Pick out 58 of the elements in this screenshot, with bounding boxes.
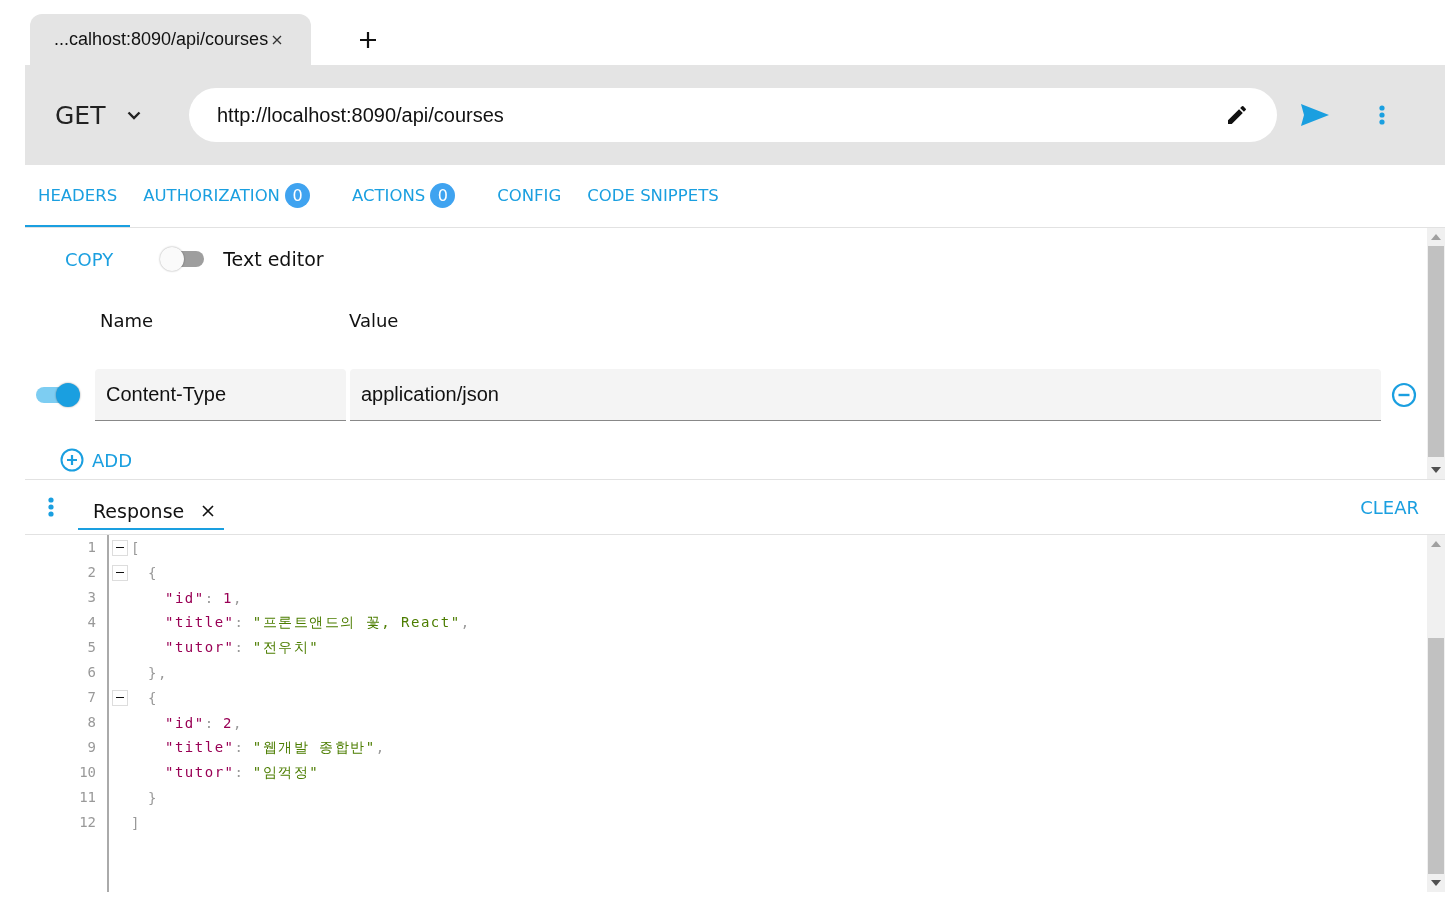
section-tab[interactable]: HEADERS — [25, 165, 131, 227]
chevron-down-icon — [127, 110, 142, 120]
fold-toggle[interactable] — [112, 539, 128, 556]
line-number: 7 — [86, 688, 97, 707]
add-circle-icon — [60, 448, 84, 472]
plus-icon[interactable] — [359, 31, 377, 49]
line-number: 1 — [86, 538, 97, 557]
code-line: } — [147, 789, 158, 806]
header-name-field[interactable]: Content-Type — [95, 369, 346, 421]
add-button[interactable]: ADD — [60, 448, 1427, 472]
scrollbar[interactable] — [1427, 535, 1445, 892]
method-dropdown[interactable]: GET — [55, 100, 189, 130]
header-value-field[interactable]: application/json — [350, 369, 1381, 421]
section-tab[interactable]: CODE SNIPPETS — [574, 165, 732, 227]
switch-label: Text editor — [223, 248, 324, 270]
column-header: Value — [349, 309, 399, 331]
section-tab[interactable]: CONFIG — [484, 165, 575, 227]
line-number: 4 — [86, 613, 97, 632]
line-number: 10 — [78, 763, 97, 782]
fold-toggle[interactable] — [112, 564, 128, 581]
url-field[interactable]: http://localhost:8090/api/courses — [189, 88, 1277, 142]
line-number: 5 — [86, 638, 97, 657]
line-number: 11 — [78, 788, 97, 807]
more-vertical-icon[interactable] — [1379, 105, 1385, 125]
code-line: "id": 2, — [164, 714, 243, 731]
copy-button[interactable]: COPY — [55, 242, 124, 276]
code-line: }, — [147, 664, 168, 681]
request-tab[interactable]: ...calhost:8090/api/courses — [30, 14, 311, 65]
close-icon[interactable] — [272, 34, 283, 45]
count-badge: 0 — [284, 182, 310, 208]
code-line: [ — [131, 539, 141, 556]
clear-button[interactable]: CLEAR — [1360, 496, 1419, 518]
remove-circle-icon[interactable] — [1391, 382, 1417, 408]
code-line: "title": "웹개발 종합반", — [164, 738, 386, 757]
pencil-icon[interactable] — [1225, 103, 1249, 127]
line-number: 12 — [78, 813, 97, 832]
section-tab[interactable]: ACTIONS 0 — [338, 165, 469, 227]
count-badge: 0 — [430, 182, 456, 208]
code-line: "id": 1, — [164, 589, 243, 606]
code-line: "tutor": "전우치" — [164, 638, 320, 657]
column-header: Name — [100, 309, 155, 331]
more-vertical-icon[interactable] — [48, 497, 54, 517]
fold-toggle[interactable] — [112, 689, 128, 706]
send-icon[interactable] — [1301, 104, 1329, 126]
code-line: "title": "프론트앤드의 꽃, React", — [164, 613, 471, 632]
code-line: "tutor": "임꺽정" — [164, 763, 320, 782]
code-line: ] — [131, 814, 141, 831]
line-number: 8 — [86, 713, 97, 732]
scrollbar[interactable] — [1427, 228, 1445, 479]
section-tab[interactable]: AUTHORIZATION 0 — [130, 165, 323, 227]
response-tab[interactable]: Response — [78, 490, 225, 530]
code-line: { — [147, 564, 158, 581]
close-icon[interactable] — [202, 505, 215, 517]
line-number: 2 — [86, 563, 97, 582]
line-number: 3 — [86, 588, 97, 607]
line-number: 6 — [86, 663, 97, 682]
code-line: { — [147, 689, 158, 706]
line-number: 9 — [86, 738, 97, 757]
